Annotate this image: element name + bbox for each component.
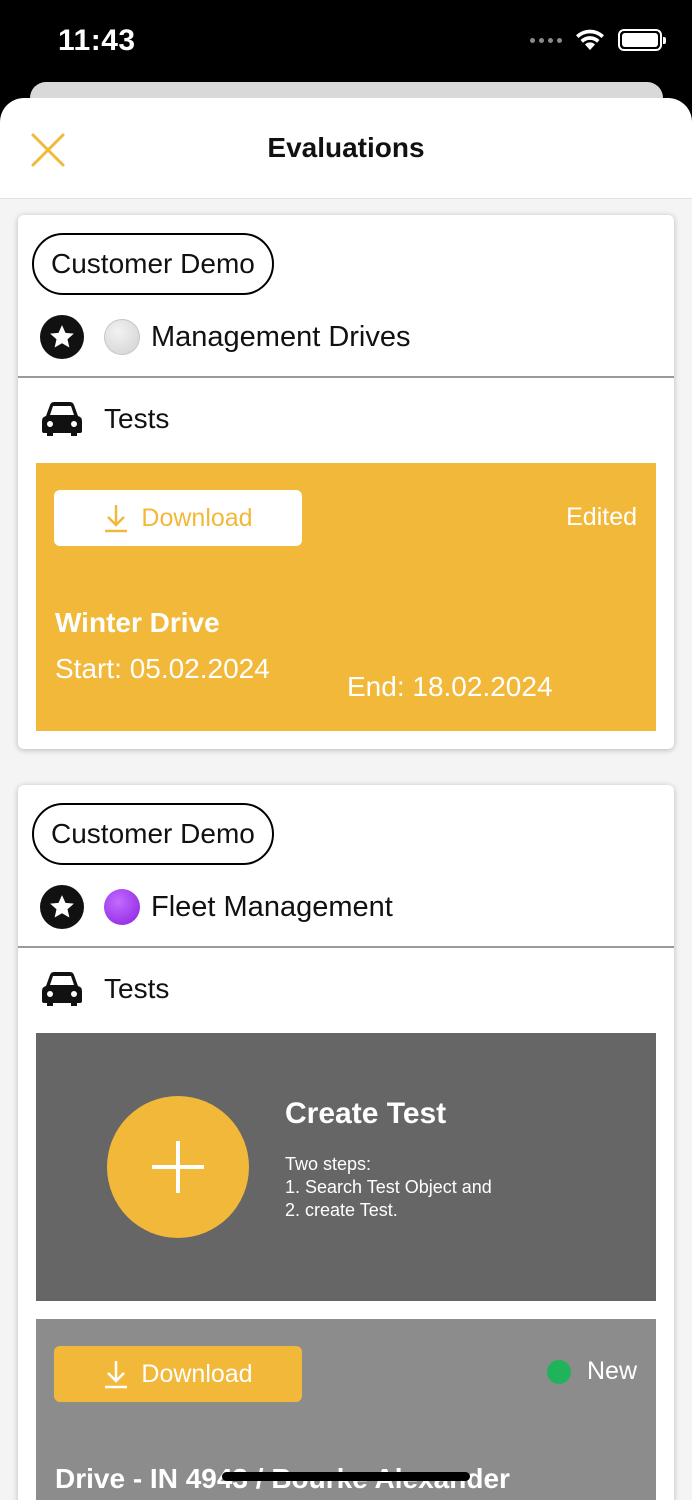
project-row[interactable]: Management Drives (40, 315, 411, 359)
star-icon[interactable] (40, 885, 84, 929)
plus-icon (152, 1141, 204, 1193)
car-icon (42, 972, 82, 1006)
create-test-step: Two steps: (285, 1154, 372, 1174)
download-icon (105, 1361, 128, 1389)
test-status-label: New (586, 1357, 637, 1385)
sheet-header: Evaluations (0, 98, 692, 199)
car-icon (42, 402, 82, 436)
test-start-date: Start: 05.02.2024 (55, 653, 270, 684)
page-title: Evaluations (267, 132, 425, 163)
test-status: Edited (566, 503, 637, 531)
project-name: Fleet Management (151, 890, 393, 923)
download-button[interactable]: Download (54, 1346, 302, 1402)
tests-label: Tests (104, 973, 170, 1004)
home-indicator (222, 1472, 470, 1481)
test-end-date: End: 18.02.2024 (347, 671, 553, 702)
status-dot-icon (546, 1359, 571, 1384)
project-row[interactable]: Fleet Management (40, 885, 393, 929)
project-name: Management Drives (151, 320, 411, 353)
project-color-dot (104, 889, 140, 925)
star-icon[interactable] (40, 315, 84, 359)
evaluations-list[interactable]: Customer Demo Management Drives Tests Do… (0, 199, 692, 1500)
tests-section-header: Tests (40, 968, 169, 1010)
create-test-tile[interactable]: Create Test Two steps: 1. Search Test Ob… (36, 1033, 656, 1301)
status-icons (530, 28, 666, 52)
create-test-step: 1. Search Test Object and (285, 1177, 492, 1197)
download-button[interactable]: Download (54, 490, 302, 546)
divider (18, 946, 674, 948)
cellular-signal-icon (530, 37, 562, 43)
status-time: 11:43 (58, 24, 136, 57)
wifi-icon (576, 29, 604, 50)
download-icon (105, 505, 128, 533)
tests-label: Tests (104, 403, 170, 434)
customer-badge[interactable]: Customer Demo (32, 803, 274, 865)
battery-icon (618, 29, 666, 51)
create-test-description: Two steps: 1. Search Test Object and 2. … (285, 1153, 492, 1222)
test-status: New (546, 1357, 637, 1386)
create-test-button[interactable] (107, 1096, 249, 1238)
evaluations-sheet: Evaluations Customer Demo Management Dri… (0, 98, 692, 1500)
download-label: Download (141, 503, 253, 532)
test-name: Winter Drive (55, 607, 220, 638)
evaluation-card: Customer Demo Fleet Management Tests Cre… (18, 785, 674, 1500)
download-label: Download (141, 1359, 253, 1388)
test-tile[interactable]: Download Edited Winter Drive Start: 05.0… (36, 463, 656, 731)
project-color-dot (104, 319, 140, 355)
tests-section-header: Tests (40, 398, 169, 440)
create-test-title: Create Test (285, 1097, 447, 1130)
divider (18, 376, 674, 378)
create-test-step: 2. create Test. (285, 1200, 398, 1220)
customer-badge[interactable]: Customer Demo (32, 233, 274, 295)
evaluation-card: Customer Demo Management Drives Tests Do… (18, 215, 674, 749)
status-bar: 11:43 (0, 0, 692, 90)
